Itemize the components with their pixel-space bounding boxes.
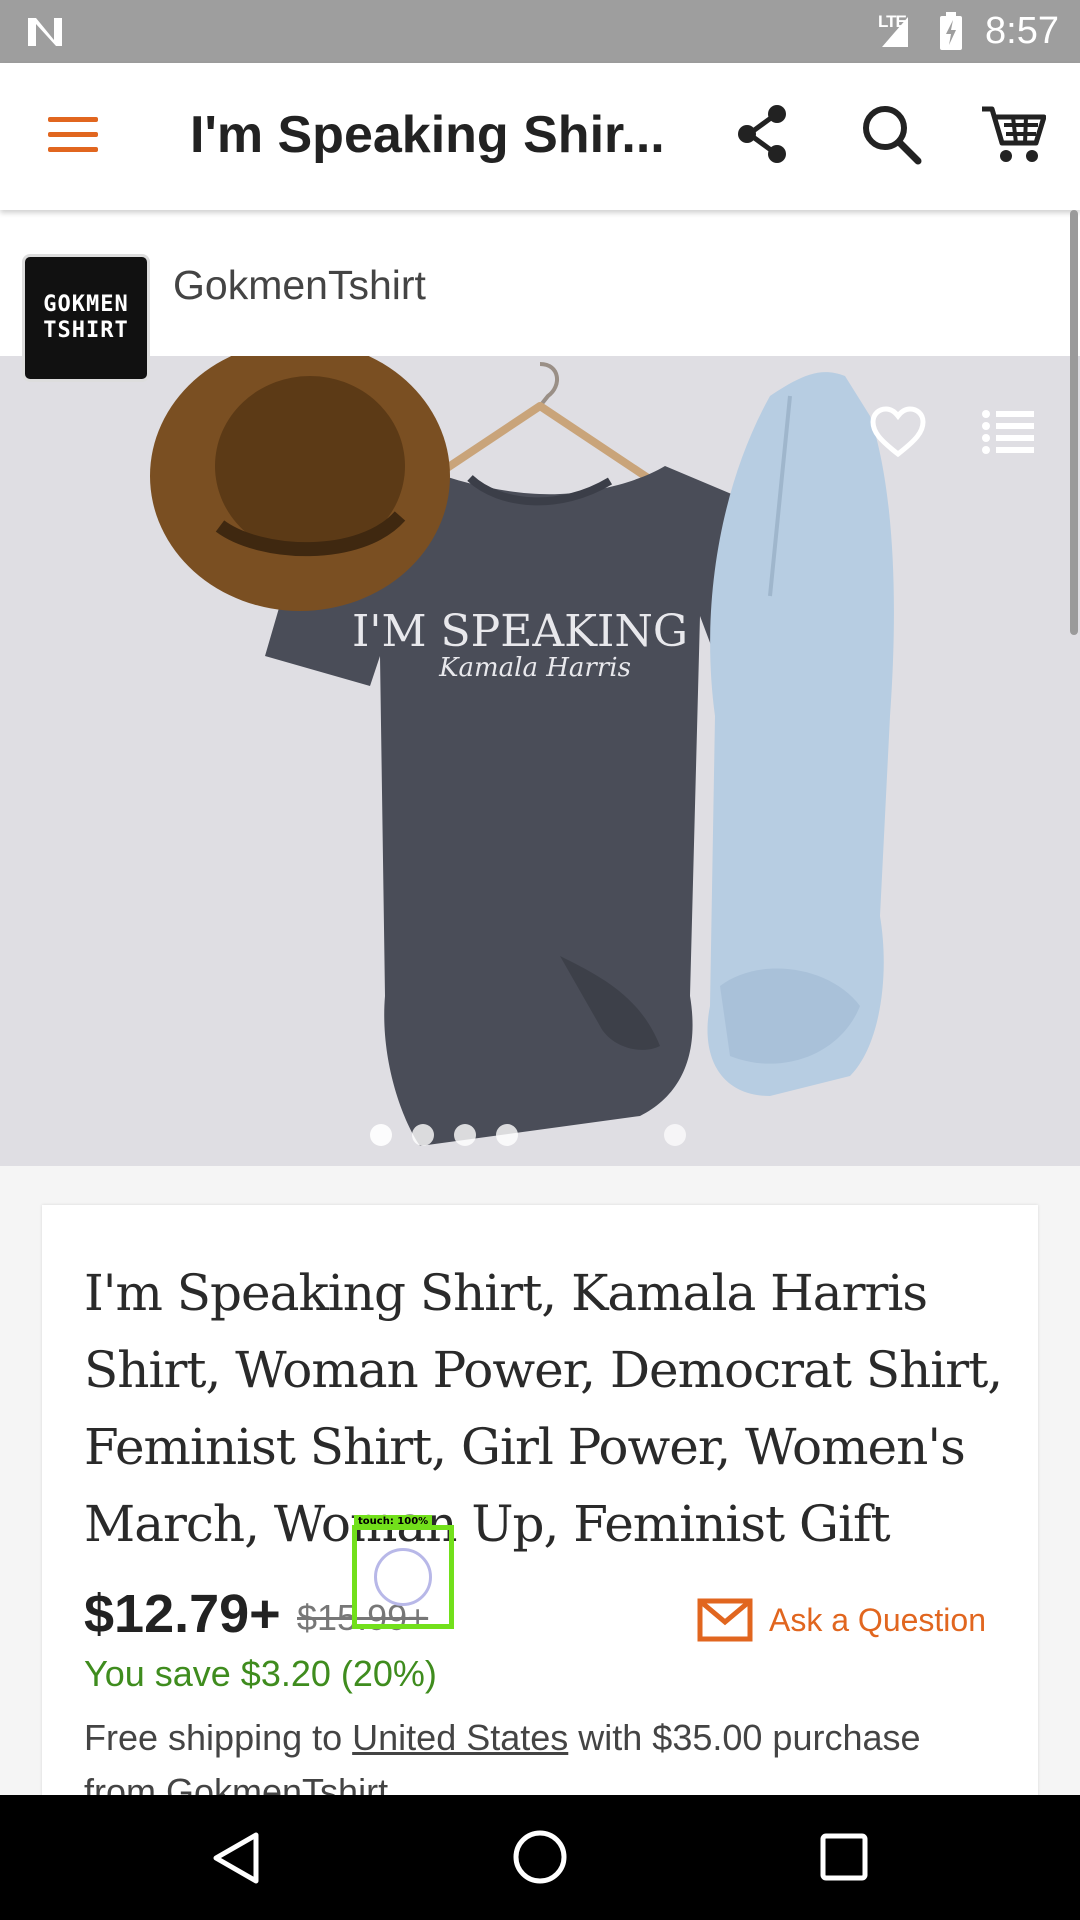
battery-charging-icon <box>940 12 962 50</box>
add-to-list-icon[interactable] <box>982 408 1034 454</box>
ask-question-button[interactable]: Ask a Question <box>697 1590 986 1650</box>
savings-text: You save $3.20 (20%) <box>84 1653 437 1694</box>
product-price: $12.79+ <box>84 1584 281 1644</box>
app-bar: I'm Speaking Shir... <box>0 63 1080 210</box>
network-type: LTE <box>878 12 907 31</box>
product-photo: I'M SPEAKING Kamala Harris <box>0 356 1080 1166</box>
page-title: I'm Speaking Shir... <box>190 106 665 164</box>
status-bar: LTE 8:57 <box>0 0 1080 63</box>
touch-indicator-label: touch: 100% <box>354 1515 433 1529</box>
favorite-heart-icon[interactable] <box>870 406 926 458</box>
carousel-dot[interactable] <box>664 1124 686 1146</box>
menu-icon[interactable] <box>48 115 98 155</box>
ask-question-label: Ask a Question <box>769 1601 986 1638</box>
carousel-dot[interactable] <box>454 1124 476 1146</box>
shop-logo-line1: GOKMEN <box>43 292 129 317</box>
carousel-dot[interactable] <box>412 1124 434 1146</box>
carousel-dot[interactable] <box>370 1124 392 1146</box>
touch-point-indicator <box>374 1548 432 1606</box>
product-details-card: I'm Speaking Shirt, Kamala Harris Shirt,… <box>42 1205 1038 1812</box>
notification-n-icon <box>28 18 62 46</box>
shop-name[interactable]: GokmenTshirt <box>173 262 426 309</box>
shipping-prefix: Free shipping to <box>84 1717 353 1758</box>
product-title: I'm Speaking Shirt, Kamala Harris Shirt,… <box>84 1264 1003 1553</box>
search-icon[interactable] <box>860 103 922 165</box>
status-clock: 8:57 <box>985 10 1059 52</box>
shop-logo[interactable]: GOKMEN TSHIRT <box>22 254 150 382</box>
shop-logo-line2: TSHIRT <box>43 318 129 343</box>
system-nav-bar <box>0 1795 1080 1920</box>
carousel-dot[interactable] <box>496 1124 518 1146</box>
shirt-print-signature: Kamala Harris <box>438 653 631 683</box>
shipping-country-link[interactable]: United States <box>352 1717 568 1758</box>
share-icon[interactable] <box>735 103 791 165</box>
mail-icon <box>697 1598 753 1642</box>
cart-icon[interactable] <box>980 103 1046 165</box>
product-image-carousel[interactable]: I'M SPEAKING Kamala Harris <box>0 356 1080 1166</box>
scrollbar[interactable] <box>1070 210 1078 635</box>
shop-header[interactable]: GOKMEN TSHIRT GokmenTshirt <box>0 210 1080 382</box>
back-icon[interactable] <box>210 1831 262 1885</box>
home-icon[interactable] <box>512 1829 568 1885</box>
shirt-print-text: I'M SPEAKING <box>352 606 688 657</box>
recents-icon[interactable] <box>820 1833 868 1881</box>
